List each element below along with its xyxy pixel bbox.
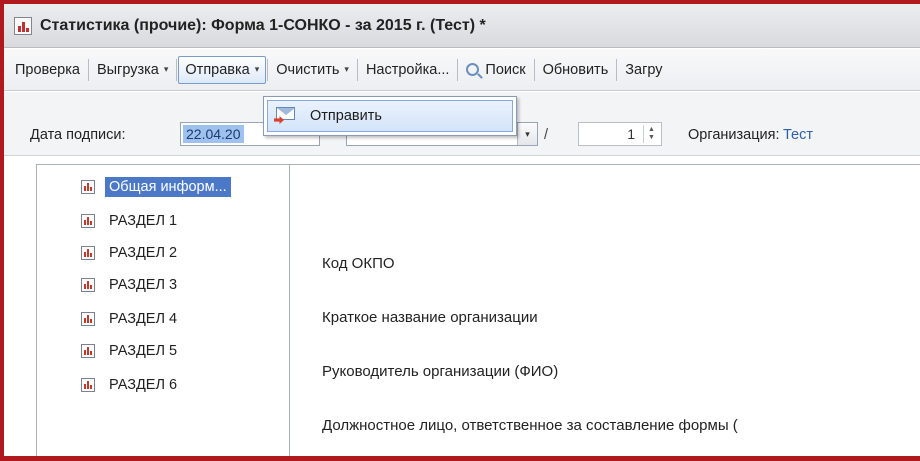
check-button-label: Проверка [15,61,80,78]
settings-button-label: Настройка... [365,61,450,78]
search-icon [466,63,480,76]
sign-date-label: Дата подписи: [30,127,126,143]
sheet-icon [81,312,95,326]
load-button-label: Загру [625,61,663,78]
org-short-name-label: Краткое название организации [322,309,538,326]
toolbar-separator [356,58,358,81]
organization-link[interactable]: Тест [783,127,813,143]
toolbar-separator [176,58,178,81]
toolbar-separator [87,58,89,81]
toolbar: Проверка Выгрузка ▾ Отправка ▾ Очистить … [4,49,920,91]
toolbar-separator [616,58,618,81]
tree-item-general-info[interactable]: Общая информ... [81,175,231,199]
toolbar-separator [457,58,459,81]
sheet-icon [81,344,95,358]
tree-item-section-4[interactable]: РАЗДЕЛ 4 [81,307,181,331]
tree-item-label: РАЗДЕЛ 3 [109,277,178,293]
tree-item-label: РАЗДЕЛ 6 [109,377,178,393]
tree-item-section-1[interactable]: РАЗДЕЛ 1 [81,209,181,233]
tree-item-label: РАЗДЕЛ 4 [109,311,178,327]
okpo-code-label: Код ОКПО [322,255,395,272]
send-button-label: Отправка [185,61,250,78]
sections-tree: Общая информ... РАЗДЕЛ 1 РАЗДЕЛ 2 РАЗДЕЛ… [36,164,290,456]
tree-item-section-3[interactable]: РАЗДЕЛ 3 [81,273,181,297]
page-number-field[interactable]: 1 ▲ ▼ [578,122,662,146]
tree-item-label: РАЗДЕЛ 1 [109,213,178,229]
sheet-icon [81,278,95,292]
org-head-label: Руководитель организации (ФИО) [322,363,559,380]
title-bar: Статистика (прочие): Форма 1-СОНКО - за … [4,4,920,48]
settings-button[interactable]: Настройка... [359,56,456,84]
export-menu-button[interactable]: Выгрузка ▾ [90,56,175,84]
check-button[interactable]: Проверка [8,56,87,84]
sheet-icon [81,246,95,260]
organization-label: Организация: [688,127,780,143]
clear-menu-button[interactable]: Очистить ▾ [269,56,356,84]
search-button-label: Поиск [485,61,526,78]
page-number-value: 1 [627,126,635,142]
sheet-icon [81,214,95,228]
responsible-person-label: Должностное лицо, ответственное за соста… [322,417,738,434]
chevron-down-icon: ▾ [254,64,260,74]
tree-item-section-5[interactable]: РАЗДЕЛ 5 [81,339,181,363]
send-menu-item[interactable]: Отправить [267,100,513,132]
export-button-label: Выгрузка [96,61,159,78]
tree-item-label: Общая информ... [105,177,231,197]
page-separator: / [544,127,549,143]
form-content: Код ОКПО Краткое название организации Ру… [290,164,920,456]
refresh-button-label: Обновить [542,61,609,78]
send-menu-button[interactable]: Отправка ▾ [178,55,267,84]
sheet-icon [81,180,95,194]
send-email-icon [274,107,296,125]
sign-date-value: 22.04.20 [183,125,244,143]
toolbar-separator [533,58,535,81]
clear-button-label: Очистить [276,61,340,78]
app-window: Статистика (прочие): Форма 1-СОНКО - за … [0,0,920,461]
chevron-down-icon: ▾ [163,64,169,74]
send-dropdown-menu: Отправить [263,96,517,136]
window-title: Статистика (прочие): Форма 1-СОНКО - за … [40,16,486,34]
spinner-icon[interactable]: ▲ ▼ [643,125,659,143]
chevron-down-icon: ▾ [344,64,349,74]
refresh-button[interactable]: Обновить [536,56,616,84]
tree-item-section-2[interactable]: РАЗДЕЛ 2 [81,241,181,265]
tree-item-label: РАЗДЕЛ 5 [109,343,178,359]
toolbar-separator [267,58,269,81]
search-button[interactable]: Поиск [459,56,532,84]
chevron-down-icon[interactable]: ▾ [517,123,537,145]
load-button[interactable]: Загру [618,56,669,84]
sheet-icon [81,378,95,392]
tree-item-section-6[interactable]: РАЗДЕЛ 6 [81,373,181,397]
tree-item-label: РАЗДЕЛ 2 [109,245,178,261]
statistics-form-icon [14,16,32,35]
send-menu-item-label: Отправить [310,108,382,124]
